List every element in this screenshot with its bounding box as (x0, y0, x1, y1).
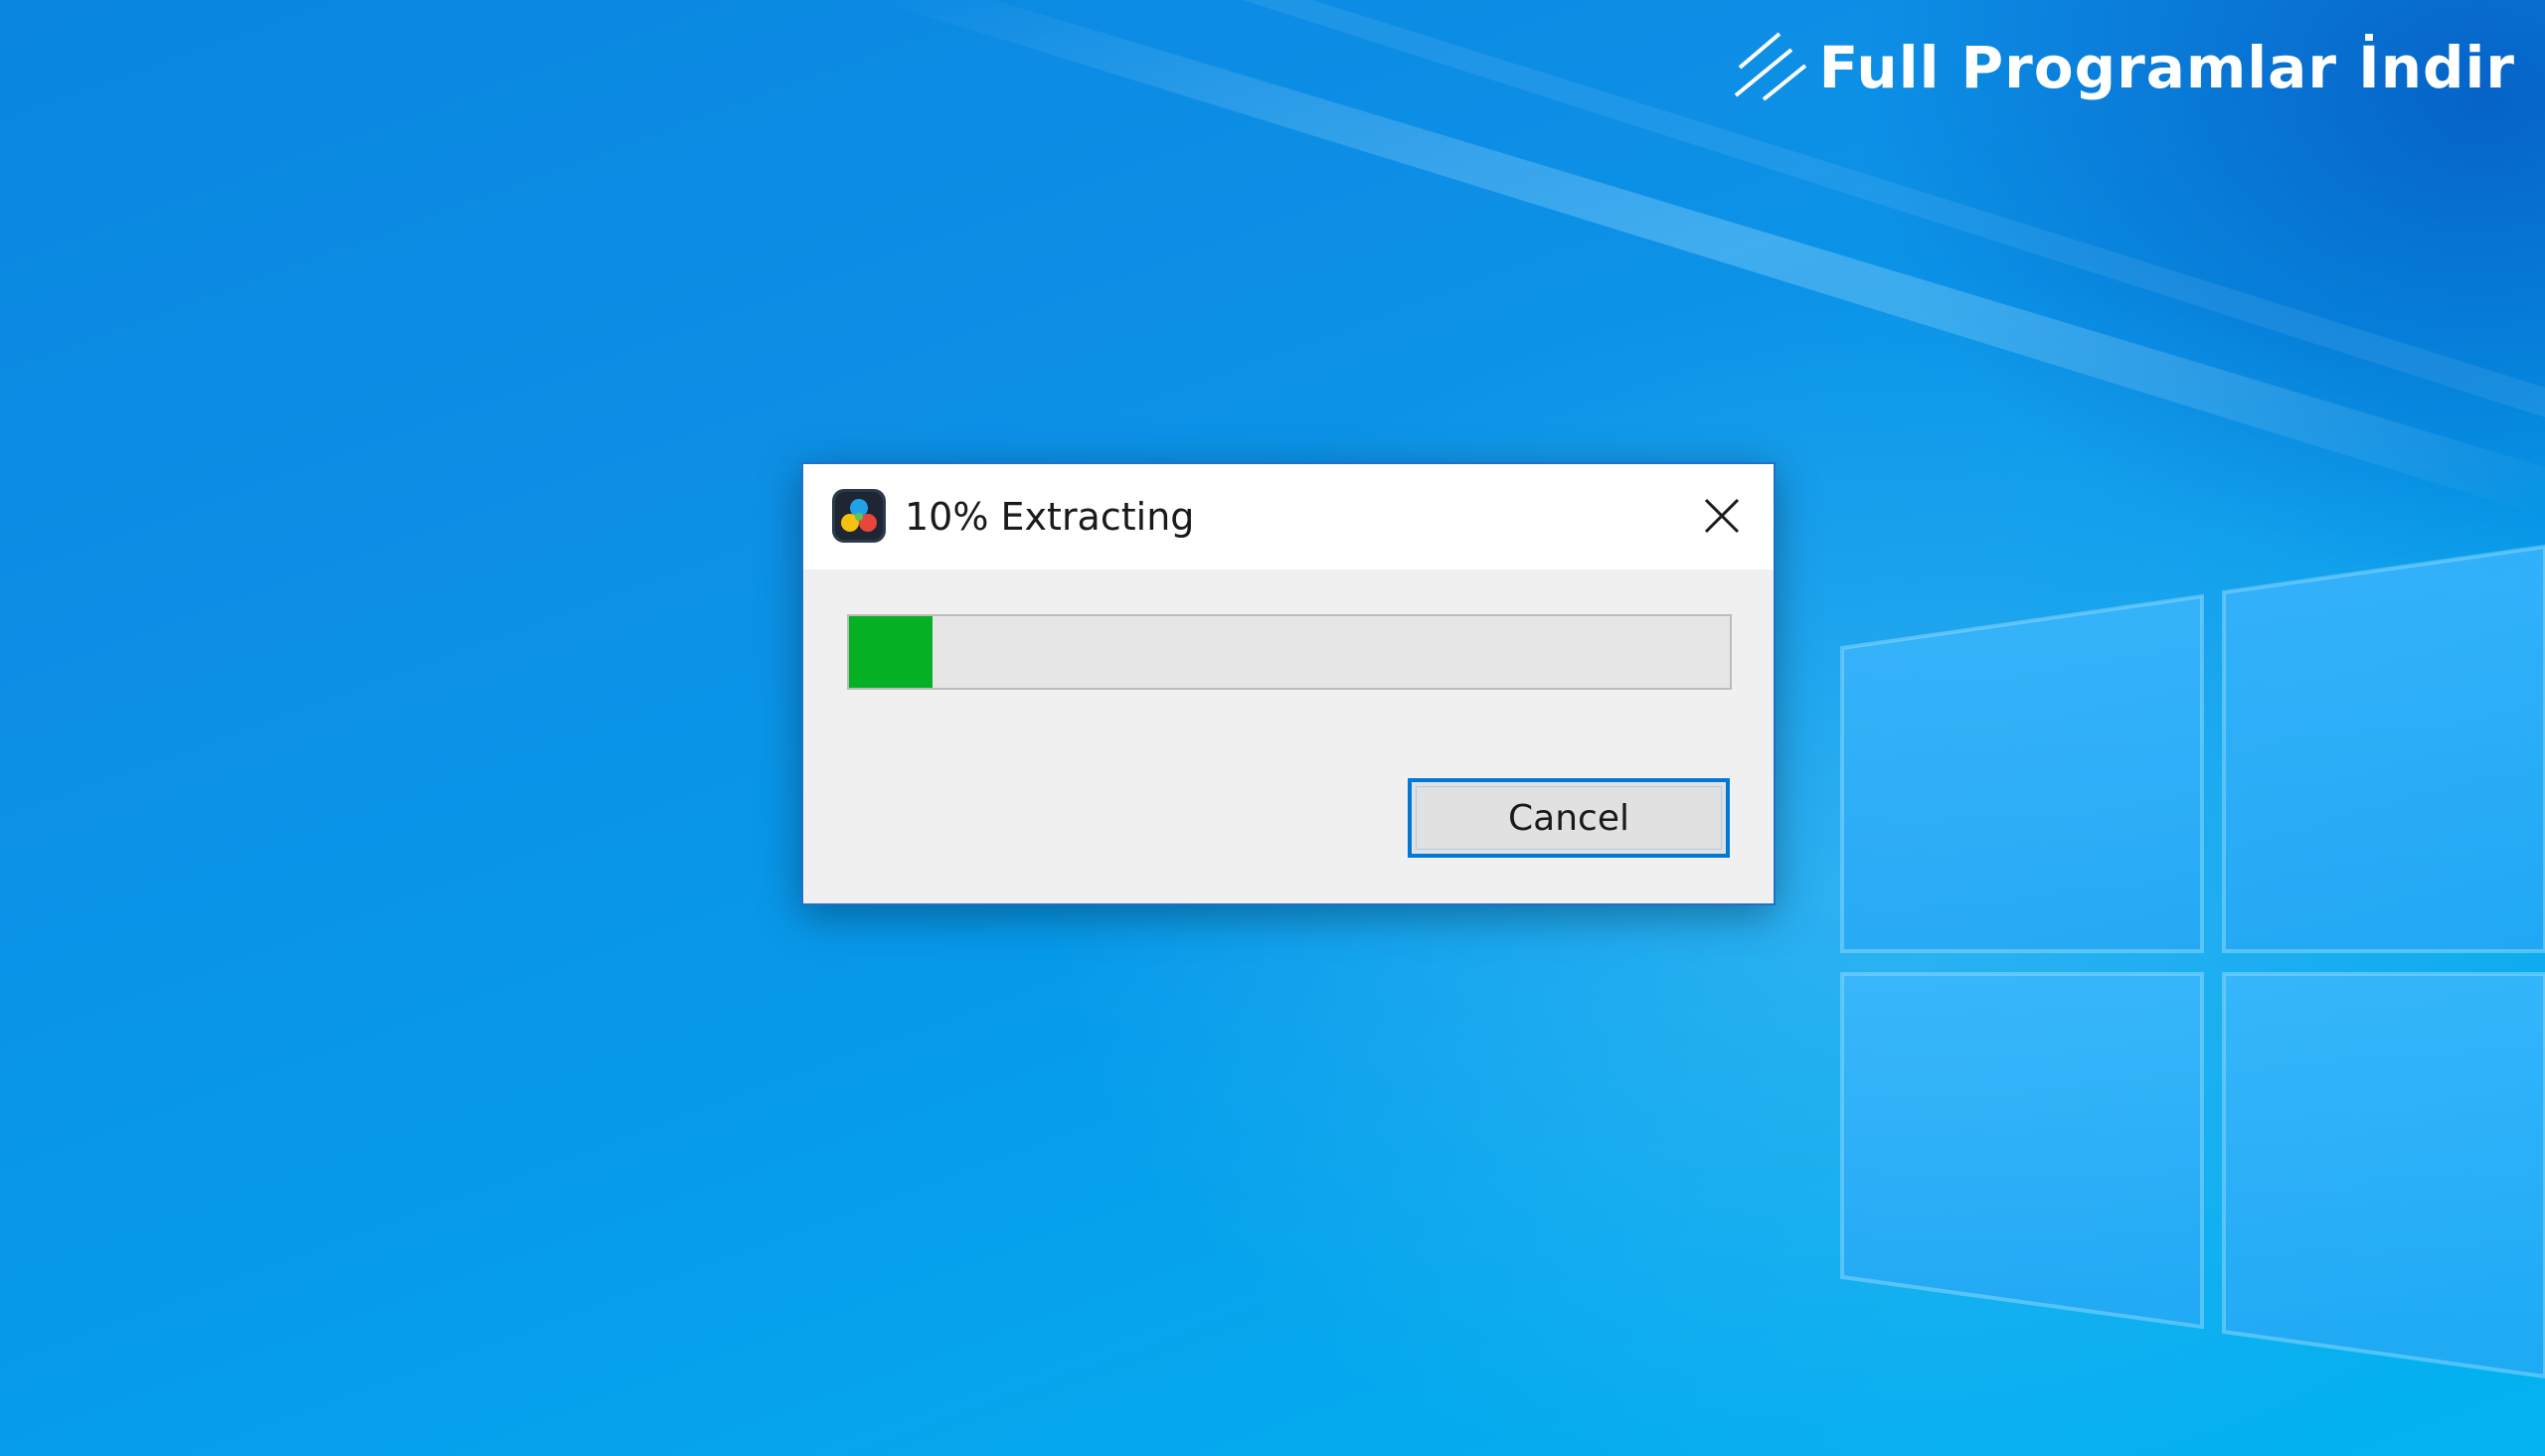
watermark: Full Programlar İndir (1732, 28, 2515, 107)
extract-progress-dialog: 10% Extracting Cancel (801, 462, 1776, 905)
watermark-text: Full Programlar İndir (1818, 34, 2515, 101)
cancel-button[interactable]: Cancel (1408, 778, 1730, 858)
close-button[interactable] (1692, 486, 1752, 546)
progress-bar-fill (849, 616, 933, 688)
dialog-titlebar[interactable]: 10% Extracting (803, 464, 1774, 569)
cancel-button-label: Cancel (1508, 797, 1629, 839)
close-icon (1704, 498, 1740, 534)
desktop: Full Programlar İndir 10% Extracting Can… (0, 0, 2545, 1456)
davinci-resolve-icon (832, 489, 886, 543)
dialog-title: 10% Extracting (905, 495, 1195, 539)
slash-lines-icon (1734, 32, 1806, 101)
progress-bar (847, 614, 1732, 690)
